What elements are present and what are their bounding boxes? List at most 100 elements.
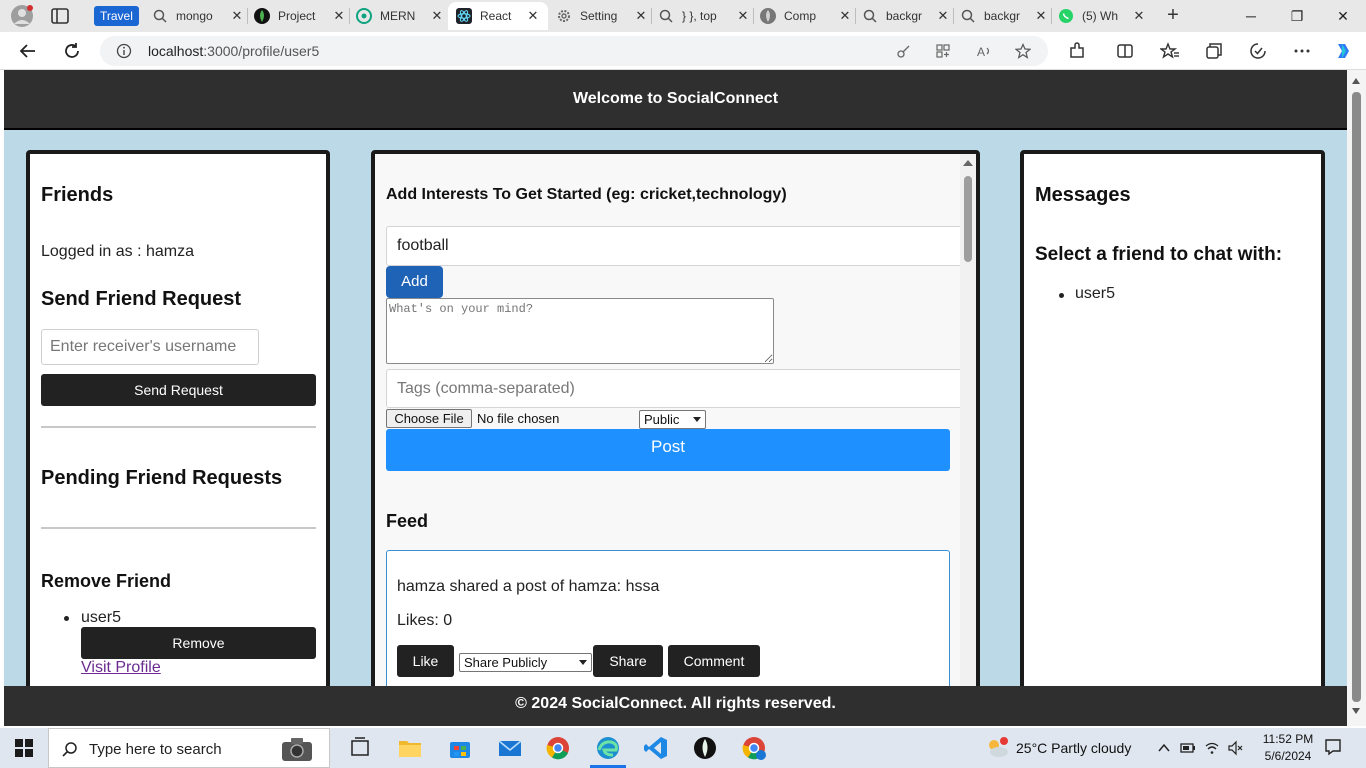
panel-scrollbar[interactable]: [960, 154, 976, 706]
post-button[interactable]: Post: [386, 429, 950, 471]
file-status-text: No file chosen: [477, 411, 560, 426]
tab-mongo[interactable]: mongo ✕: [152, 2, 244, 30]
search-icon: [62, 742, 77, 757]
chevron-up-icon[interactable]: [1156, 740, 1172, 756]
tab-group-travel[interactable]: Travel: [94, 6, 139, 26]
close-icon[interactable]: ✕: [634, 8, 648, 24]
tab-label: Project: [278, 9, 316, 23]
restore-button[interactable]: ❐: [1274, 0, 1320, 32]
back-arrow-icon[interactable]: [17, 40, 39, 62]
vscode-icon[interactable]: [642, 734, 670, 762]
mongodb-compass-icon[interactable]: [691, 734, 719, 762]
browser-essentials-icon[interactable]: [1248, 41, 1268, 61]
add-interest-button[interactable]: Add: [386, 266, 443, 298]
refresh-icon[interactable]: [61, 40, 83, 62]
share-button[interactable]: Share: [593, 645, 663, 677]
volume-muted-icon[interactable]: [1228, 740, 1244, 756]
new-tab-button[interactable]: +: [1162, 4, 1184, 28]
favorite-star-icon[interactable]: [1015, 43, 1031, 59]
read-aloud-icon[interactable]: A: [976, 43, 992, 59]
scroll-up-arrow-icon[interactable]: [963, 160, 973, 166]
page-viewport: Welcome to SocialConnect Friends Logged …: [4, 70, 1347, 726]
edge-icon[interactable]: [594, 734, 622, 762]
post-text: hamza shared a post of hamza: hssa: [397, 578, 660, 595]
visibility-selected: Public: [644, 412, 680, 427]
extensions-icon[interactable]: [1067, 41, 1087, 61]
profile-avatar-icon[interactable]: [10, 4, 34, 28]
choose-file-button[interactable]: Choose File: [386, 409, 472, 428]
close-window-button[interactable]: ✕: [1320, 0, 1366, 32]
more-menu-icon[interactable]: [1292, 41, 1312, 61]
tab-actions-icon[interactable]: [50, 6, 70, 26]
comment-button[interactable]: Comment: [668, 645, 760, 677]
microsoft-store-icon[interactable]: [446, 734, 474, 762]
close-icon[interactable]: ✕: [230, 8, 244, 24]
url-path: :3000/profile/user5: [203, 43, 320, 59]
favorites-icon[interactable]: [1160, 41, 1180, 61]
scroll-up-arrow-icon[interactable]: [1352, 78, 1360, 84]
tab-whatsapp[interactable]: (5) Wh ✕: [1058, 2, 1146, 30]
close-icon[interactable]: ✕: [936, 8, 950, 24]
weather-status[interactable]: 25°C Partly cloudy: [1016, 740, 1131, 756]
receiver-username-input[interactable]: [41, 329, 259, 365]
close-icon[interactable]: ✕: [526, 8, 540, 24]
minimize-button[interactable]: ─: [1228, 0, 1274, 32]
tags-input[interactable]: Tags (comma-separated): [386, 369, 966, 408]
app-install-icon[interactable]: [935, 43, 951, 59]
chat-friend-item[interactable]: user5: [1075, 285, 1115, 303]
notifications-icon[interactable]: [1324, 738, 1342, 756]
tab-project[interactable]: Project ✕: [254, 2, 346, 30]
tab-label: React: [480, 9, 512, 23]
chatgpt-icon: [356, 8, 372, 24]
visibility-select[interactable]: Public: [639, 410, 706, 429]
tab-settings[interactable]: Setting ✕: [556, 2, 648, 30]
share-visibility-select[interactable]: Share Publicly: [459, 653, 592, 672]
close-icon[interactable]: ✕: [1034, 8, 1048, 24]
close-icon[interactable]: ✕: [736, 8, 750, 24]
page-scrollbar[interactable]: [1347, 70, 1366, 726]
file-explorer-icon[interactable]: [396, 734, 424, 762]
close-icon[interactable]: ✕: [838, 8, 852, 24]
taskbar-clock[interactable]: 11:52 PM 5/6/2024: [1258, 731, 1318, 765]
address-bar[interactable]: localhost:3000/profile/user5 A: [100, 36, 1048, 66]
tab-background-1[interactable]: backgr ✕: [862, 2, 950, 30]
chrome-icon[interactable]: [544, 734, 572, 762]
split-screen-icon[interactable]: [1115, 41, 1135, 61]
wifi-icon[interactable]: [1204, 740, 1220, 756]
tab-mern[interactable]: MERN ✕: [356, 2, 444, 30]
close-icon[interactable]: ✕: [430, 8, 444, 24]
close-icon[interactable]: ✕: [332, 8, 346, 24]
post-content-textarea[interactable]: [386, 298, 774, 364]
mail-icon[interactable]: [496, 734, 524, 762]
chrome-profile-icon[interactable]: [740, 734, 768, 762]
app-footer: © 2024 SocialConnect. All rights reserve…: [4, 686, 1347, 726]
tab-search-top[interactable]: } }, top ✕: [658, 2, 750, 30]
partly-cloudy-icon: [989, 737, 1008, 757]
copilot-icon[interactable]: [1333, 41, 1353, 61]
tab-comp[interactable]: Comp ✕: [760, 2, 852, 30]
header-divider: [4, 128, 1347, 130]
scrollbar-thumb[interactable]: [964, 176, 972, 262]
taskbar-search[interactable]: Type here to search: [48, 728, 330, 768]
info-icon[interactable]: [116, 43, 132, 59]
visit-profile-link[interactable]: Visit Profile: [81, 659, 161, 677]
close-icon[interactable]: ✕: [1132, 8, 1146, 24]
tab-react[interactable]: React ✕: [448, 2, 548, 30]
scrollbar-thumb[interactable]: [1352, 92, 1361, 702]
battery-icon[interactable]: [1180, 740, 1196, 756]
scroll-down-arrow-icon[interactable]: [1352, 708, 1360, 714]
share-selected: Share Publicly: [464, 655, 548, 670]
tab-separator: [651, 8, 652, 24]
task-view-icon[interactable]: [346, 734, 374, 762]
send-request-button[interactable]: Send Request: [41, 374, 316, 406]
divider: [41, 527, 316, 529]
remove-friend-button[interactable]: Remove: [81, 627, 316, 659]
select-friend-heading: Select a friend to chat with:: [1035, 244, 1283, 265]
pending-requests-heading: Pending Friend Requests: [41, 467, 283, 489]
interest-input[interactable]: football: [386, 226, 966, 266]
key-icon[interactable]: [896, 43, 912, 59]
windows-start-icon[interactable]: [14, 738, 34, 758]
like-button[interactable]: Like: [397, 645, 454, 677]
collections-icon[interactable]: [1204, 41, 1224, 61]
tab-background-2[interactable]: backgr ✕: [960, 2, 1048, 30]
